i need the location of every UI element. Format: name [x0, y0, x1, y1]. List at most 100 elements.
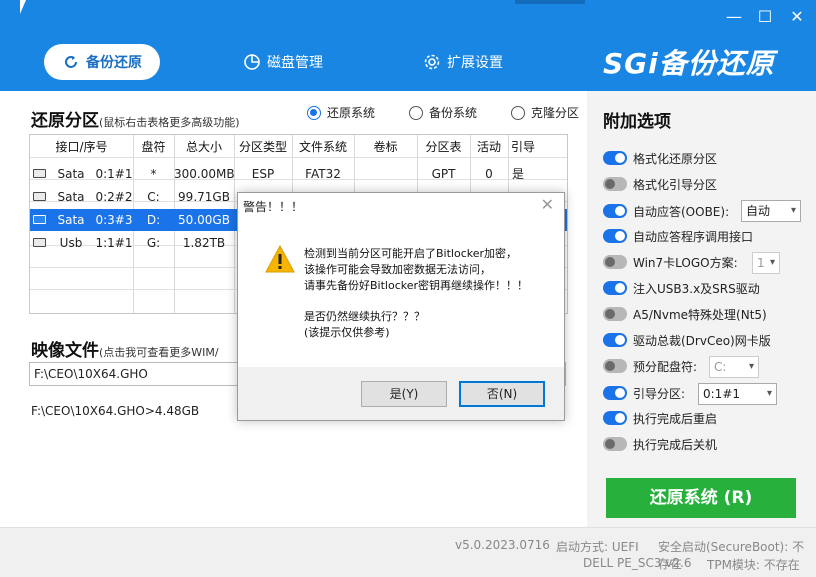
cell-size: 99.71GB [178, 190, 230, 204]
toggle-switch[interactable] [603, 333, 627, 347]
toggle-switch[interactable] [603, 281, 627, 295]
radio-backup-system[interactable]: 备份系统 [409, 104, 477, 121]
section-hint: (点击我可查看更多WIM/ [99, 346, 219, 359]
toggle-switch[interactable] [603, 386, 627, 400]
drive-letter-select[interactable]: C: ▾ [709, 356, 759, 378]
cell-fs: FAT32 [305, 167, 341, 181]
option-drvceo[interactable]: 驱动总裁(DrvCeo)网卡版 [603, 329, 771, 351]
machine-text: DELL PE_SC3 v2.6 [583, 556, 692, 570]
table-row[interactable]: Sata 0:1#1 * 300.00MB ESP FAT32 GPT 0 是 [30, 163, 567, 185]
oobe-select[interactable]: 自动 ▾ [741, 200, 801, 222]
col-header: 盘符 [141, 140, 166, 154]
option-label: Win7卡LOGO方案: [633, 255, 738, 270]
cell-iface: Sata [57, 167, 85, 181]
cell-label [354, 163, 417, 185]
radio-dot [409, 105, 423, 120]
section-title-text: 还原分区 [31, 111, 99, 131]
toggle-switch[interactable] [603, 437, 627, 451]
option-label: 驱动总裁(DrvCeo)网卡版 [633, 333, 771, 348]
col-header: 文件系统 [298, 140, 347, 154]
dialog-title: 警告！！！ [243, 200, 304, 214]
toggle-switch[interactable] [603, 411, 627, 425]
radio-label: 备份系统 [429, 106, 478, 120]
chevron-down-icon: ▾ [748, 361, 754, 372]
select-value: 1 [757, 256, 765, 270]
image-file-title[interactable]: 映像文件(点击我可查看更多WIM/ [31, 336, 219, 361]
cell-num: 0:2#2 [95, 190, 133, 204]
option-preassign-letter[interactable]: 预分配盘符: [603, 355, 697, 377]
toggle-switch[interactable] [603, 307, 627, 321]
boot-partition-select[interactable]: 0:1#1 ▾ [698, 383, 777, 405]
option-label: 执行完成后关机 [633, 437, 718, 452]
col-header: 分区类型 [238, 140, 287, 154]
warning-icon [265, 244, 295, 276]
option-format-restore[interactable]: 格式化还原分区 [603, 147, 717, 169]
minimize-button[interactable]: — [722, 6, 746, 28]
drive-icon [33, 192, 46, 201]
tab-label: 备份还原 [86, 55, 142, 71]
dialog-line: 该操作可能会导致加密数据无法访问， [304, 263, 491, 276]
option-label: A5/Nvme特殊处理(Nt5) [633, 307, 767, 322]
option-shutdown-after[interactable]: 执行完成后关机 [603, 433, 717, 455]
option-win7-logo[interactable]: Win7卡LOGO方案: [603, 251, 738, 273]
restore-system-button[interactable]: 还原系统 (R) [606, 478, 796, 518]
toggle-switch[interactable] [603, 204, 627, 218]
tab-label: 扩展设置 [447, 55, 503, 71]
top-partial-element [515, 0, 585, 4]
close-icon[interactable]: ✕ [541, 195, 554, 214]
tab-disk-management[interactable]: 磁盘管理 [243, 44, 323, 80]
close-button[interactable]: ✕ [785, 6, 809, 28]
option-label: 预分配盘符: [633, 359, 698, 374]
drive-icon [33, 215, 46, 224]
cell-num: 1:1#1 [95, 236, 133, 250]
option-label: 引导分区: [633, 386, 686, 401]
section-hint: (鼠标右击表格更多高级功能) [99, 116, 240, 129]
cell-iface: Usb [59, 236, 83, 250]
select-value: C: [714, 360, 727, 374]
status-bar: v5.0.2023.0716 启动方式: UEFI 安全启动(SecureBoo… [0, 527, 816, 577]
radio-dot [511, 105, 525, 120]
option-format-boot[interactable]: 格式化引导分区 [603, 173, 717, 195]
option-boot-partition[interactable]: 引导分区: [603, 382, 685, 404]
toggle-switch[interactable] [603, 151, 627, 165]
tab-extended-settings[interactable]: 扩展设置 [423, 44, 503, 80]
col-header: 引导 [510, 140, 535, 154]
dialog-line: 是否仍然继续执行？？？ [304, 310, 425, 323]
option-nvme[interactable]: A5/Nvme特殊处理(Nt5) [603, 303, 767, 325]
table-header: 接口/序号 盘符 总大小 分区类型 文件系统 卷标 分区表 活动 引导 [30, 136, 567, 158]
yes-button[interactable]: 是(Y) [361, 381, 447, 407]
restore-partition-title: 还原分区(鼠标右击表格更多高级功能) [31, 106, 240, 131]
image-info: F:\CEO\10X64.GHO>4.48GB [31, 404, 200, 418]
dialog-line: 请事先备份好Bitlocker密钥再继续操作！！！ [304, 279, 529, 292]
tab-label: 磁盘管理 [267, 55, 323, 71]
win7-logo-select[interactable]: 1 ▾ [752, 252, 780, 274]
cell-size: 50.00GB [178, 213, 230, 227]
radio-clone-partition[interactable]: 克隆分区 [511, 104, 579, 121]
toggle-switch[interactable] [603, 359, 627, 373]
gear-icon [423, 53, 441, 71]
no-button[interactable]: 否(N) [459, 381, 545, 407]
option-oobe[interactable]: 自动应答(OOBE): [603, 200, 729, 222]
maximize-button[interactable]: ☐ [753, 6, 777, 28]
toggle-switch[interactable] [603, 177, 627, 191]
toggle-switch[interactable] [603, 229, 627, 243]
pie-chart-icon [243, 53, 261, 71]
dialog-line: (该提示仅供参考) [304, 326, 390, 339]
cell-drive: C: [147, 190, 160, 204]
radio-restore-system[interactable]: 还原系统 [307, 104, 375, 121]
col-header: 卷标 [373, 140, 398, 154]
tab-backup-restore[interactable]: 备份还原 [44, 44, 160, 80]
drive-icon [33, 238, 46, 247]
option-usb3-srs[interactable]: 注入USB3.x及SRS驱动 [603, 277, 760, 299]
radio-label: 还原系统 [327, 106, 376, 120]
cell-active: 0 [485, 167, 493, 181]
option-label: 格式化还原分区 [633, 151, 718, 166]
option-oobe-interface[interactable]: 自动应答程序调用接口 [603, 225, 753, 247]
warning-dialog: 警告！！！ ✕ 检测到当前分区可能开启了Bitlocker加密， 该操作可能会导… [237, 192, 565, 421]
chevron-down-icon: ▾ [790, 205, 796, 216]
options-title: 附加选项 [603, 112, 671, 132]
radio-label: 克隆分区 [531, 106, 580, 120]
toggle-switch[interactable] [603, 255, 627, 269]
option-reboot-after[interactable]: 执行完成后重启 [603, 407, 717, 429]
cell-num: 0:3#3 [95, 213, 133, 227]
